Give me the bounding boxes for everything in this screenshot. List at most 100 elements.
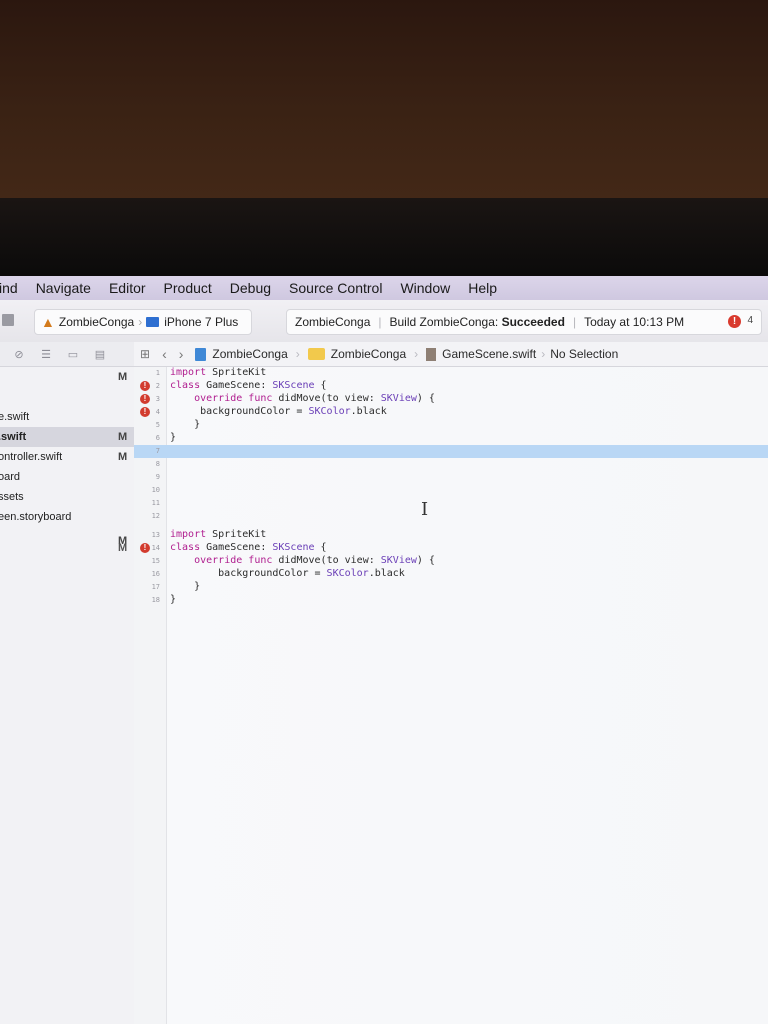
folder-icon (307, 348, 325, 360)
line-number: 5 (155, 421, 160, 429)
code-line[interactable]: ! 2 class GameScene: SKScene { (134, 380, 768, 393)
file-row[interactable]: ontroller.swift M (0, 447, 134, 467)
code-text: backgroundColor = SKColor.black (170, 568, 405, 579)
code-text: } (170, 419, 201, 430)
monitor-bezel (0, 198, 768, 278)
related-items-icon[interactable]: ⊞ (140, 347, 150, 361)
code-text: import SpriteKit (170, 367, 267, 378)
line-number: 7 (155, 447, 160, 455)
code-line[interactable]: 8 (134, 458, 768, 471)
file-row[interactable]: M (0, 367, 134, 387)
line-number: 10 (151, 486, 160, 494)
code-line[interactable]: 13 import SpriteKit (134, 529, 768, 542)
text-cursor-icon: I (421, 499, 429, 520)
jump-bar-selection[interactable]: No Selection (550, 347, 618, 361)
code-line[interactable]: 16 backgroundColor = SKColor.black (134, 568, 768, 581)
issue-count[interactable]: 4 (747, 315, 753, 326)
jump-bar-file-label: GameScene.swift (442, 347, 537, 361)
scm-status-badge: M (118, 542, 128, 554)
code-text: } (170, 594, 177, 605)
build-status-prefix: Build ZombieConga: (389, 315, 502, 329)
chevron-right-icon: › (295, 347, 300, 361)
code-text: class GameScene: SKScene { (170, 542, 327, 553)
menu-help[interactable]: Help (459, 280, 506, 296)
project-icon (195, 347, 207, 361)
error-icon[interactable]: ! (728, 315, 741, 328)
code-line[interactable]: 9 (134, 471, 768, 484)
menu-navigate[interactable]: Navigate (27, 280, 100, 296)
device-name: iPhone 7 Plus (164, 315, 239, 329)
code-line[interactable]: 1 import SpriteKit (134, 367, 768, 380)
source-editor[interactable]: 1 import SpriteKit ! 2 class GameScene: SKSc… (118, 367, 768, 1024)
line-number: 14 (151, 544, 160, 552)
menu-editor[interactable]: Editor (100, 280, 155, 296)
project-navigator: M e.swift .swift M ontroller.swift M oar… (0, 367, 135, 1024)
swift-file-icon (426, 347, 437, 361)
code-text: override func didMove(to view: SKView) { (194, 393, 435, 404)
line-number: 2 (155, 382, 160, 390)
build-time: Today at 10:13 PM (584, 315, 685, 329)
jump-bar-group-label: ZombieConga (330, 347, 407, 361)
menu-product[interactable]: Product (155, 280, 221, 296)
jump-bar-project-label: ZombieConga (212, 347, 288, 361)
code-line[interactable]: 17 } (134, 581, 768, 594)
file-row[interactable]: M (0, 531, 134, 551)
stop-button[interactable] (2, 314, 14, 326)
file-name: een.storyboard (0, 511, 72, 523)
file-row-selected[interactable]: .swift M (0, 427, 134, 447)
scm-status-badge: M (118, 431, 128, 443)
file-row[interactable]: een.storyboard (0, 507, 134, 527)
source-control-icon[interactable]: ⊘ (11, 348, 27, 361)
scheme-name: ZombieConga (58, 315, 135, 329)
scm-status-badge: M (118, 451, 128, 463)
menu-window[interactable]: Window (391, 280, 459, 296)
code-line-current[interactable]: 7 (134, 445, 768, 458)
code-line[interactable]: ! 3 override func didMove(to view: SKView… (134, 393, 768, 406)
line-number: 16 (151, 570, 160, 578)
menu-source-control[interactable]: Source Control (280, 280, 391, 296)
menu-find[interactable]: ind (0, 280, 27, 296)
code-line[interactable]: M! 14 class GameScene: SKScene { (118, 542, 768, 555)
code-line[interactable]: 6} (134, 432, 768, 445)
report-icon[interactable]: ▤ (92, 348, 108, 361)
file-name: e.swift (0, 411, 30, 423)
line-number: 17 (151, 583, 160, 591)
chevron-right-icon: › (414, 347, 419, 361)
code-text: } (170, 581, 201, 592)
menu-debug[interactable]: Debug (221, 280, 280, 296)
jump-bar-project[interactable]: ZombieConga (183, 347, 288, 361)
file-name: oard (0, 471, 21, 483)
symbol-navigator-icon[interactable]: ☰ (38, 348, 54, 361)
code-line[interactable]: ! 4 backgroundColor = SKColor.black (134, 406, 768, 419)
room-wall-background (0, 0, 768, 200)
line-number: 9 (155, 473, 160, 481)
file-row[interactable]: ssets (0, 487, 134, 507)
code-text: override func didMove(to view: SKView) { (194, 555, 435, 566)
file-name: ontroller.swift (0, 451, 63, 463)
line-number: 1 (155, 369, 160, 377)
code-line[interactable]: 10 (134, 484, 768, 497)
breakpoint-icon[interactable]: ▭ (65, 348, 81, 361)
back-arrow-icon[interactable]: ‹ (162, 346, 167, 362)
code-line[interactable]: 15 override func didMove(to view: SKView… (134, 555, 768, 568)
navigator-tabs: ⊘ ☰ ▭ ▤ (0, 342, 134, 367)
code-line[interactable]: 18} (134, 594, 768, 607)
file-row[interactable]: oard (0, 467, 134, 487)
code-line[interactable]: 5 } (134, 419, 768, 432)
code-line[interactable]: 12 (134, 510, 768, 523)
jump-bar: ⊞ ‹ › ZombieConga › ZombieConga › GameSc… (134, 342, 768, 367)
menu-bar: ind Navigate Editor Product Debug Source… (0, 276, 768, 300)
file-name: ssets (0, 491, 24, 503)
code-line[interactable]: 11 (134, 497, 768, 510)
app-scheme-icon: ▲ (41, 314, 55, 330)
build-status: Build ZombieConga: Succeeded (382, 315, 573, 329)
jump-bar-file[interactable]: GameScene.swift (426, 347, 536, 361)
device-icon (146, 317, 160, 327)
jump-bar-group[interactable]: ZombieConga (307, 347, 407, 361)
scheme-selector[interactable]: ▲ ZombieConga › iPhone 7 Plus (34, 309, 252, 335)
toolbar: ▲ ZombieConga › iPhone 7 Plus ZombieCong… (0, 300, 768, 343)
activity-viewer: ZombieConga | Build ZombieConga: Succeed… (286, 309, 762, 335)
line-number: 11 (151, 499, 160, 507)
line-number: 4 (155, 408, 160, 416)
file-row[interactable]: e.swift (0, 407, 134, 427)
